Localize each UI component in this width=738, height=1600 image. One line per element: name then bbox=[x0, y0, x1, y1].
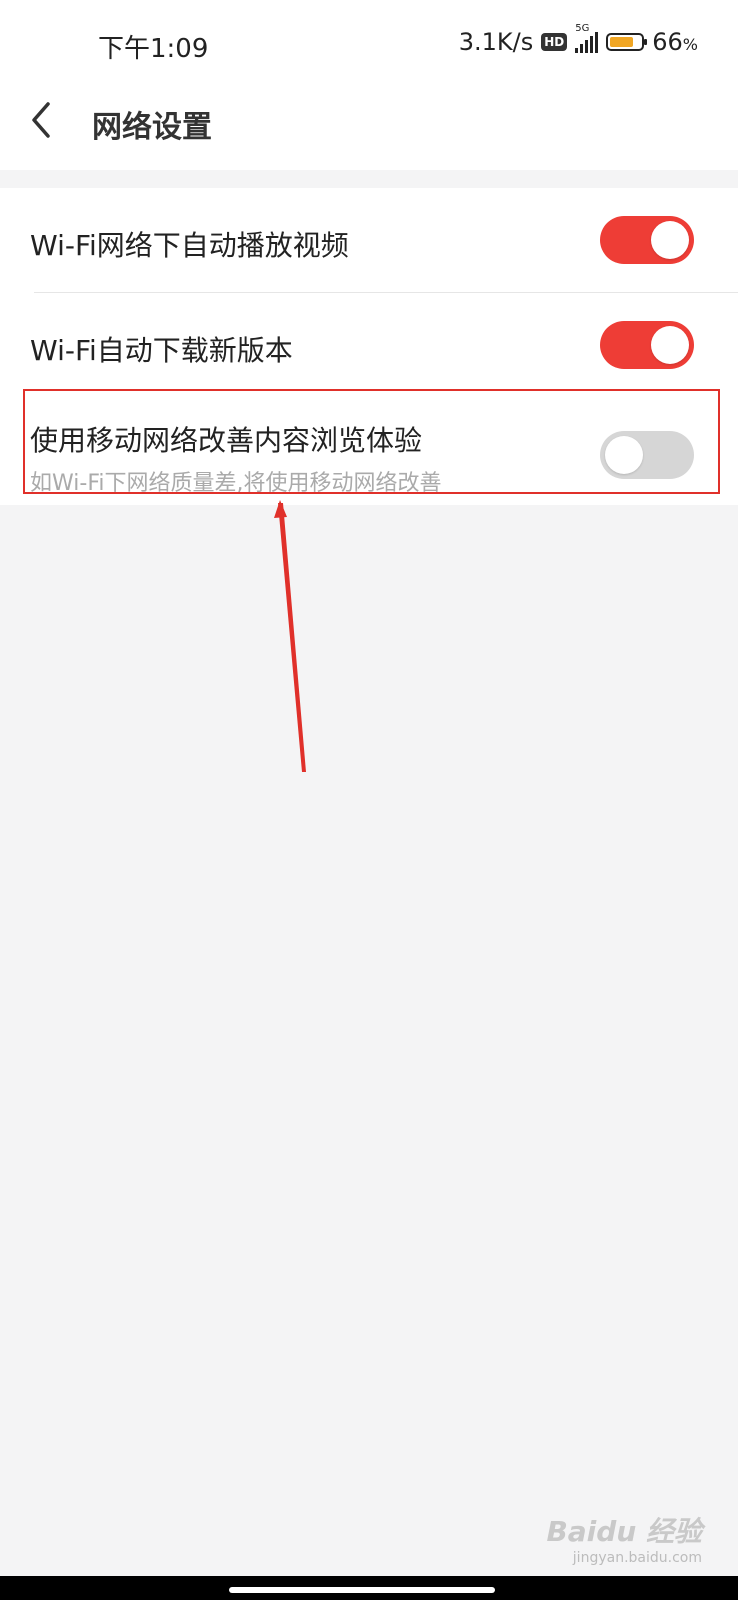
autoplay-video-toggle[interactable] bbox=[600, 216, 694, 264]
network-speed: 3.1K/s bbox=[458, 28, 534, 56]
toggle-knob bbox=[651, 221, 689, 259]
toggle-knob bbox=[651, 326, 689, 364]
status-time: 下午1:09 bbox=[98, 34, 209, 64]
setting-row-mobile-network-assist: 使用移动网络改善内容浏览体验 如Wi-Fi下网络质量差,将使用移动网络改善 bbox=[0, 397, 738, 505]
setting-description: 如Wi-Fi下网络质量差,将使用移动网络改善 bbox=[30, 471, 442, 496]
status-bar: 下午1:09 3.1K/s HD 5G 66% bbox=[0, 0, 738, 88]
setting-row-auto-download: Wi-Fi自动下载新版本 bbox=[0, 293, 738, 397]
system-nav-bar bbox=[0, 1576, 738, 1600]
setting-label: Wi-Fi自动下载新版本 bbox=[30, 334, 293, 367]
battery-percent: 66% bbox=[652, 28, 698, 56]
mobile-network-assist-toggle[interactable] bbox=[600, 431, 694, 479]
chevron-left-icon bbox=[32, 102, 50, 138]
status-indicators: 3.1K/s HD 5G 66% bbox=[458, 23, 698, 56]
auto-download-toggle[interactable] bbox=[600, 321, 694, 369]
settings-list: Wi-Fi网络下自动播放视频 Wi-Fi自动下载新版本 使用移动网络改善内容浏览… bbox=[0, 188, 738, 505]
network-type-label: 5G bbox=[575, 23, 590, 34]
page-title: 网络设置 bbox=[92, 110, 212, 145]
hd-icon: HD bbox=[541, 33, 568, 51]
setting-row-autoplay-video: Wi-Fi网络下自动播放视频 bbox=[0, 188, 738, 292]
toggle-knob bbox=[605, 436, 643, 474]
signal-icon: 5G bbox=[575, 23, 599, 53]
setting-label: Wi-Fi网络下自动播放视频 bbox=[30, 229, 349, 262]
baidu-watermark-logo: Baidu 经验 jingyan.baidu.com bbox=[546, 1515, 702, 1566]
app-header: 网络设置 bbox=[0, 88, 738, 170]
setting-label: 使用移动网络改善内容浏览体验 bbox=[30, 424, 423, 457]
back-button[interactable] bbox=[24, 100, 64, 140]
battery-icon bbox=[606, 33, 648, 51]
home-indicator[interactable] bbox=[229, 1587, 495, 1593]
